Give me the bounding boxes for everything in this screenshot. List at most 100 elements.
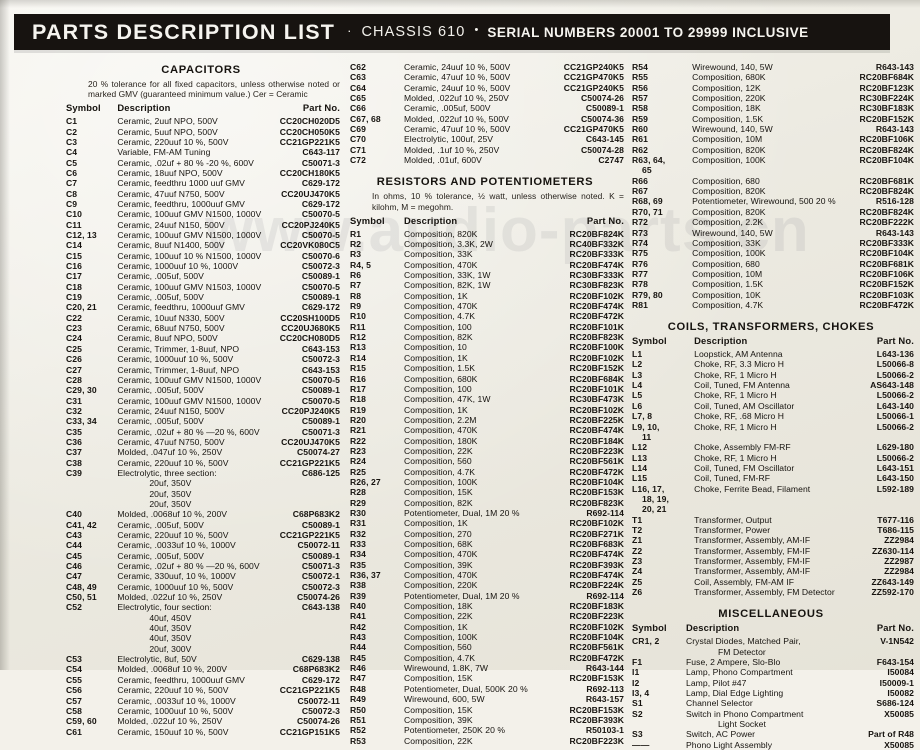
cell-description: Ceramic, .005uf, 500V [117, 519, 204, 530]
cell-symbol: C8 [66, 188, 78, 199]
table-header-row: Symbol Description Part No. [62, 103, 340, 116]
cell-part-no: RC20BF102K [569, 290, 624, 301]
table-row: R77 Composition, 10M RC20BF106K [628, 269, 914, 279]
cell-description: Molded, .01uf, 600V [404, 155, 482, 166]
cell-part-no: C2747 [598, 155, 624, 166]
chassis-label: CHASSIS 610 [361, 24, 466, 40]
cell-description: Composition, 100 [404, 383, 472, 394]
cell-description: Coil, Tuned, FM Oscillator [694, 462, 795, 473]
cell-symbol: C59, 60 [66, 716, 97, 727]
cell-symbol: C27 [66, 364, 83, 375]
cell-description: Coil, Tuned, FM-RF [694, 473, 771, 484]
cell-symbol: R17 [350, 383, 367, 394]
table-row: C33, 34 Ceramic, .005uf, 500V C50089-1 [62, 416, 340, 426]
cell-description: Transformer, Output [694, 514, 772, 525]
cell-description: Choke, Assembly FM-RF [694, 442, 791, 453]
table-row: R49 Wirewound, 600, 5W R643-157 [346, 694, 624, 704]
cell-description: Ceramic, 5uuf NPO, 500V [117, 126, 218, 137]
header-part-no: Part No. [876, 335, 914, 347]
cell-symbol: R6 [350, 270, 362, 281]
table-row: R17 Composition, 100 RC20BF101K [346, 384, 624, 394]
table-row: C40 Molded, .0068uf 10 %, 200V C68P683K2 [62, 509, 340, 519]
table-row: R52 Potentiometer, 250K 20 % R50103-1 [346, 725, 624, 735]
cell-description: Choke, RF, .68 Micro H [694, 411, 785, 422]
cell-symbol: —— [632, 739, 650, 750]
cell-symbol: R54 [632, 62, 649, 72]
cell-description: Composition, 33K [404, 249, 473, 260]
cell-description: Phono Light Assembly [686, 739, 773, 750]
cell-part-no: RC20BF684K [569, 373, 624, 384]
table-row: R75 Composition, 100K RC20BF104K [628, 248, 914, 258]
cell-symbol: C23 [66, 323, 83, 334]
table-row: C72 Molded, .01uf, 600V C2747 [346, 155, 624, 165]
cell-part-no: RC20BF152K [569, 363, 624, 374]
table-row: L5 Choke, RF, 1 Micro H L50066-2 [628, 390, 914, 400]
cell-part-no [261, 613, 340, 623]
cell-symbol: C52 [66, 602, 83, 613]
table-row: L13 Choke, RF, 1 Micro H L50066-2 [628, 453, 914, 463]
cell-part-no: CC21GP221K5 [279, 136, 340, 147]
cell-symbol: 18, 19, [642, 493, 669, 504]
header-description: Description [694, 335, 748, 347]
cell-part-no: CC20CH080D5 [279, 333, 340, 344]
table-row: C2 Ceramic, 5uuf NPO, 500V CC20CH050K5 [62, 127, 340, 137]
cell-description: Composition, 1K [404, 518, 468, 529]
cell-description: Composition, 22K [404, 735, 473, 746]
header-description: Description [117, 102, 171, 114]
cell-symbol: C58 [66, 705, 83, 716]
cell-description: Composition, 18K [404, 601, 473, 612]
cell-description: Transformer, Assembly, FM-IF [694, 545, 811, 556]
cell-part-no: L592-189 [876, 483, 914, 494]
cell-symbol: C66 [350, 103, 367, 114]
cell-symbol: C19 [66, 292, 83, 303]
cell-part-no: L50066-2 [876, 390, 914, 401]
cell-description: Ceramic, .005uf, 500V [117, 385, 204, 396]
cell-part-no: C629-172 [301, 674, 340, 685]
table-row: T1 Transformer, Output T677-116 [628, 515, 914, 525]
cell-symbol: CR1, 2 [632, 636, 660, 647]
cell-part-no: CC20PJ240K5 [281, 219, 340, 230]
cell-part-no: L50066-2 [876, 369, 914, 380]
cell-part-no: R643-143 [875, 227, 914, 238]
table-row: R66 Composition, 680 RC20BF681K [628, 176, 914, 186]
cell-part-no: R643-143 [875, 124, 914, 135]
cell-part-no: RC20BF152K [859, 279, 914, 290]
table-row: 18, 19, [628, 494, 914, 504]
cell-description: Ceramic, 24uuf N150, 500V [117, 219, 225, 230]
cell-part-no: F643-154 [876, 656, 914, 667]
cell-description: Transformer, Assembly, AM-IF [694, 566, 811, 577]
cell-description: Composition, 33K [692, 237, 761, 248]
cell-symbol: Z4 [632, 566, 643, 577]
table-row: C32 Ceramic, 24uuf N150, 500V CC20PJ240K5 [62, 406, 340, 416]
cell-description: Composition, 220K [692, 93, 766, 104]
cell-part-no: C629-172 [301, 178, 340, 189]
cell-description: Composition, 12K [692, 82, 761, 93]
cell-description: Composition, 15K [404, 487, 473, 498]
table-row: R53 Composition, 22K RC20BF223K [346, 736, 624, 746]
cell-description: Ceramic, 18uuf NPO, 500V [117, 167, 223, 178]
table-row: C59, 60 Molded, .022uf 10 %, 250V C50074-2… [62, 716, 340, 726]
header-description: Description [404, 214, 458, 226]
cell-description: 20uf, 300V [149, 643, 192, 654]
cell-symbol: C43 [66, 530, 83, 540]
cell-description: Composition, 100K [404, 476, 478, 487]
cell-symbol: R32 [350, 528, 367, 539]
table-row: L4 Coil, Tuned, FM Antenna AS643-148 [628, 380, 914, 390]
table-row: C15 Ceramic, 100uuf 10 % N1500, 1000V C500… [62, 251, 340, 261]
cell-part-no: RC20BF101K [569, 383, 624, 394]
table-row: C8 Ceramic, 47uuf N750, 500V CC20UJ470K5 [62, 189, 340, 199]
cell-part-no: RC20BF824K [859, 206, 914, 217]
cell-symbol: R42 [350, 621, 367, 632]
cell-part-no: C50070-5 [301, 395, 340, 406]
table-row: C62 Ceramic, 24uuf 10 %, 500V CC21GP240K5 [346, 62, 624, 72]
cell-part-no: CC21GP151K5 [279, 726, 340, 737]
cell-symbol: R13 [350, 342, 367, 353]
table-row: R44 Composition, 560 RC20BF561K [346, 642, 624, 652]
cell-symbol: C46 [66, 561, 83, 572]
cell-part-no: C50089-1 [301, 550, 340, 561]
cell-symbol: C5 [66, 157, 78, 168]
table-row: C46 Ceramic, .02uf + 80 % —20 %, 600V C500… [62, 561, 340, 571]
cell-description: Light Socket [718, 718, 766, 729]
section-title-coils: COILS, TRANSFORMERS, CHOKES [667, 321, 875, 334]
